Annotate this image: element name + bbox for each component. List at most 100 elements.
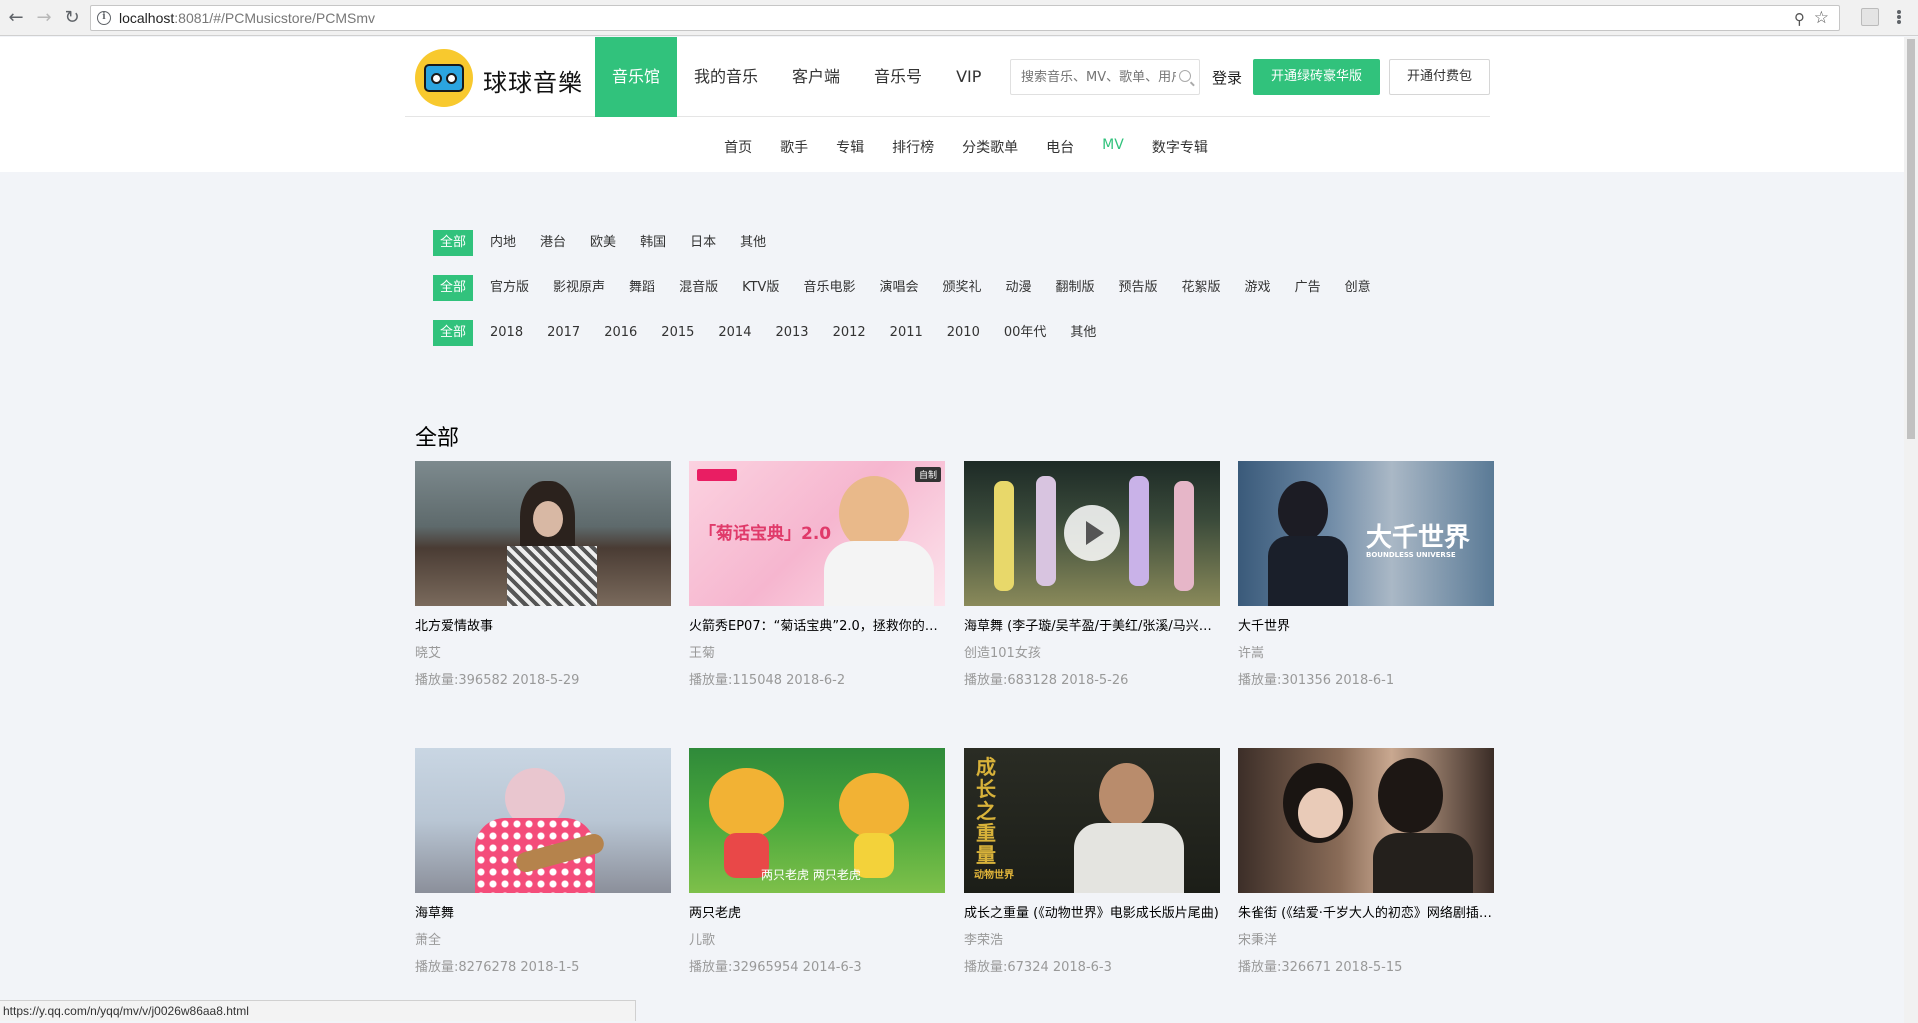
filter-area-west[interactable]: 欧美	[583, 230, 623, 256]
open-green-vip-button[interactable]: 开通绿砖豪华版	[1253, 59, 1380, 95]
filter-year-item[interactable]: 2010	[940, 320, 987, 346]
filter-version-item[interactable]: 翻制版	[1049, 275, 1102, 301]
subnav-charts[interactable]: 排行榜	[892, 137, 934, 157]
mv-thumbnail[interactable]: 自制 「菊话宝典」2.0	[689, 461, 945, 606]
filter-year-item[interactable]: 2013	[768, 320, 815, 346]
address-url[interactable]: localhost:8081/#/PCMusicstore/PCMSmv	[119, 10, 375, 26]
subnav-home[interactable]: 首页	[724, 137, 752, 157]
filter-year-item[interactable]: 2016	[597, 320, 644, 346]
filter-version-item[interactable]: 创意	[1338, 275, 1378, 301]
filter-area-japan[interactable]: 日本	[683, 230, 723, 256]
filter-version-item[interactable]: 预告版	[1112, 275, 1165, 301]
filter-year-item[interactable]: 2011	[883, 320, 930, 346]
logo-icon[interactable]	[415, 49, 473, 107]
mv-artist[interactable]: 创造101女孩	[964, 642, 1220, 661]
filter-year-all[interactable]: 全部	[433, 320, 474, 346]
filter-year-item[interactable]: 2014	[711, 320, 758, 346]
browser-menu-icon[interactable]	[1896, 7, 1902, 27]
reload-icon[interactable]: ↻	[60, 6, 84, 30]
mv-card[interactable]: 海草舞 (李子璇/吴芊盈/于美红/张溪/马兴钰… 创造101女孩 播放量:683…	[964, 461, 1220, 688]
mv-artist[interactable]: 宋秉洋	[1238, 929, 1494, 948]
filter-version-item[interactable]: 混音版	[672, 275, 725, 301]
mv-thumbnail[interactable]	[964, 461, 1220, 606]
filter-version-item[interactable]: 音乐电影	[796, 275, 862, 301]
search-input[interactable]	[1021, 68, 1176, 86]
filter-version-item[interactable]: 广告	[1288, 275, 1328, 301]
mv-title[interactable]: 朱雀街 (《结爱·千岁大人的初恋》网络剧插曲)	[1238, 902, 1494, 921]
mv-title[interactable]: 海草舞	[415, 902, 671, 921]
filter-year-item[interactable]: 其他	[1063, 320, 1103, 346]
filter-year-item[interactable]: 2012	[826, 320, 873, 346]
extension-icon[interactable]	[1861, 8, 1879, 26]
address-bar[interactable]: i localhost:8081/#/PCMusicstore/PCMSmv ⚲…	[90, 5, 1840, 31]
mv-artist[interactable]: 许嵩	[1238, 642, 1494, 661]
filter-version-item[interactable]: 颁奖礼	[935, 275, 988, 301]
nav-music-account[interactable]: 音乐号	[857, 37, 939, 117]
filter-area-other[interactable]: 其他	[733, 230, 773, 256]
nav-vip[interactable]: VIP	[939, 37, 998, 117]
mv-title[interactable]: 海草舞 (李子璇/吴芊盈/于美红/张溪/马兴钰…	[964, 615, 1220, 634]
mv-title[interactable]: 火箭秀EP07：“菊话宝典”2.0，拯救你的…	[689, 615, 945, 634]
nav-music-hall[interactable]: 音乐馆	[595, 37, 678, 117]
search-icon[interactable]	[1179, 70, 1191, 82]
mv-artist[interactable]: 儿歌	[689, 929, 945, 948]
mv-card[interactable]: 成长之重量 动物世界 成长之重量 (《动物世界》电影成长版片尾曲) 李荣浩 播放…	[964, 748, 1220, 975]
nav-client[interactable]: 客户端	[775, 37, 857, 117]
filter-version-item[interactable]: 游戏	[1238, 275, 1278, 301]
mv-artist[interactable]: 李荣浩	[964, 929, 1220, 948]
filter-version-all[interactable]: 全部	[433, 275, 474, 301]
mv-title[interactable]: 大千世界	[1238, 615, 1494, 634]
mv-artist[interactable]: 王菊	[689, 642, 945, 661]
info-icon[interactable]: i	[97, 11, 111, 25]
forward-arrow-icon[interactable]: →	[32, 6, 56, 30]
open-paid-package-button[interactable]: 开通付费包	[1389, 59, 1490, 95]
filter-area-korea[interactable]: 韩国	[633, 230, 673, 256]
login-link[interactable]: 登录	[1212, 67, 1242, 88]
bookmark-star-icon[interactable]: ☆	[1814, 8, 1829, 28]
filter-year-item[interactable]: 2017	[540, 320, 587, 346]
subnav-playlists[interactable]: 分类歌单	[962, 137, 1018, 157]
filter-version-item[interactable]: 花絮版	[1175, 275, 1228, 301]
filter-version-item[interactable]: 演唱会	[872, 275, 925, 301]
filter-version-item[interactable]: 官方版	[483, 275, 536, 301]
mv-thumbnail[interactable]: 大千世界 BOUNDLESS UNIVERSE	[1238, 461, 1494, 606]
mv-card[interactable]: 两只老虎 两只老虎 两只老虎 儿歌 播放量:32965954 2014-6-3	[689, 748, 945, 975]
mv-title[interactable]: 两只老虎	[689, 902, 945, 921]
subnav-albums[interactable]: 专辑	[836, 137, 864, 157]
subnav-radio[interactable]: 电台	[1046, 137, 1074, 157]
zoom-icon[interactable]: ⚲	[1794, 10, 1805, 28]
mv-card[interactable]: 朱雀街 (《结爱·千岁大人的初恋》网络剧插曲) 宋秉洋 播放量:326671 2…	[1238, 748, 1494, 975]
page-scrollbar[interactable]	[1904, 37, 1918, 1023]
nav-my-music[interactable]: 我的音乐	[677, 37, 775, 117]
mv-thumbnail[interactable]: 两只老虎 两只老虎	[689, 748, 945, 893]
mv-card[interactable]: 北方爱情故事 晓艾 播放量:396582 2018-5-29	[415, 461, 671, 688]
mv-thumbnail[interactable]: 成长之重量 动物世界	[964, 748, 1220, 893]
filter-area-mainland[interactable]: 内地	[483, 230, 523, 256]
scrollbar-thumb[interactable]	[1907, 39, 1915, 439]
subnav-mv[interactable]: MV	[1102, 137, 1124, 157]
filter-year-item[interactable]: 2018	[483, 320, 530, 346]
mv-thumbnail[interactable]	[415, 461, 671, 606]
mv-title[interactable]: 成长之重量 (《动物世界》电影成长版片尾曲)	[964, 902, 1220, 921]
mv-card[interactable]: 自制 「菊话宝典」2.0 火箭秀EP07：“菊话宝典”2.0，拯救你的… 王菊 …	[689, 461, 945, 688]
filter-version-item[interactable]: KTV版	[735, 275, 786, 301]
brand-name[interactable]: 球球音樂	[483, 63, 583, 98]
subnav-digital-albums[interactable]: 数字专辑	[1152, 137, 1208, 157]
filter-version-item[interactable]: 舞蹈	[622, 275, 662, 301]
filter-version-item[interactable]: 动漫	[998, 275, 1038, 301]
mv-card[interactable]: 大千世界 BOUNDLESS UNIVERSE 大千世界 许嵩 播放量:3013…	[1238, 461, 1494, 688]
mv-thumbnail[interactable]	[1238, 748, 1494, 893]
back-arrow-icon[interactable]: ←	[4, 6, 28, 30]
mv-card[interactable]: 海草舞 萧全 播放量:8276278 2018-1-5	[415, 748, 671, 975]
mv-artist[interactable]: 萧全	[415, 929, 671, 948]
play-icon[interactable]	[1064, 505, 1120, 561]
filter-year-item[interactable]: 00年代	[997, 320, 1054, 346]
filter-area-hk-tw[interactable]: 港台	[533, 230, 573, 256]
filter-area-all[interactable]: 全部	[433, 230, 474, 256]
mv-artist[interactable]: 晓艾	[415, 642, 671, 661]
filter-year-item[interactable]: 2015	[654, 320, 701, 346]
mv-title[interactable]: 北方爱情故事	[415, 615, 671, 634]
subnav-singers[interactable]: 歌手	[780, 137, 808, 157]
mv-thumbnail[interactable]	[415, 748, 671, 893]
filter-version-item[interactable]: 影视原声	[546, 275, 612, 301]
